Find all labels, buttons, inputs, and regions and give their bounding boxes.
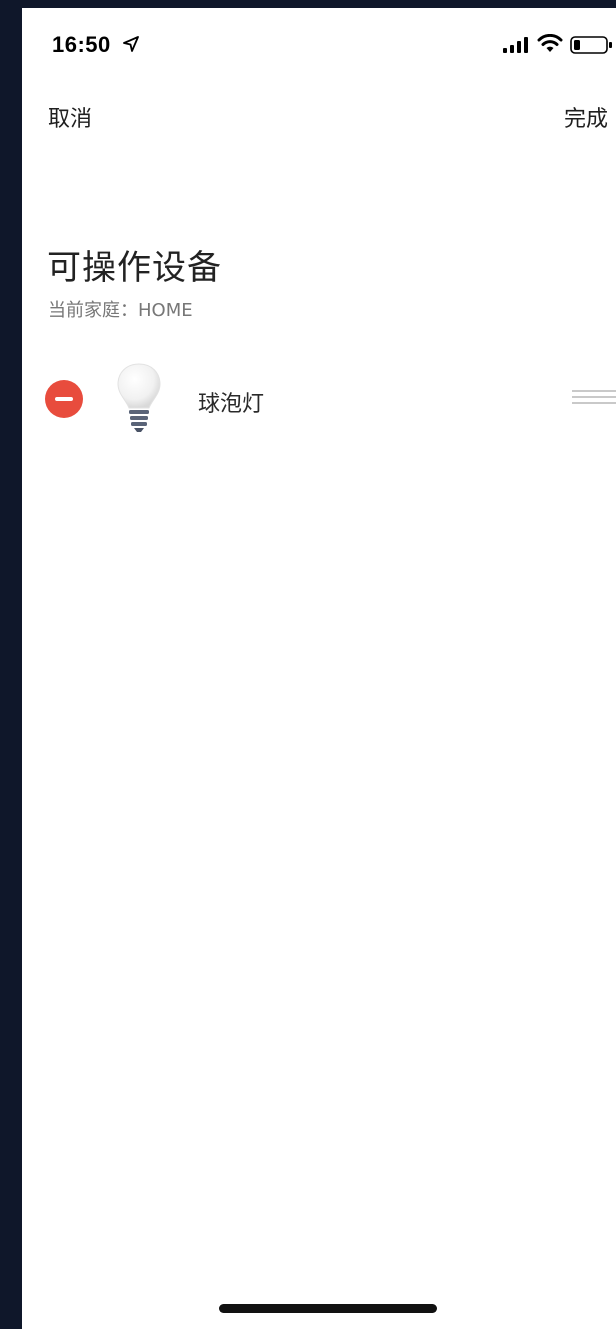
minus-icon xyxy=(55,397,73,401)
wifi-icon xyxy=(537,34,563,52)
cellular-signal-icon xyxy=(503,37,528,53)
drag-handle-line xyxy=(572,396,616,398)
battery-icon xyxy=(570,36,612,54)
current-home-label: 当前家庭：HOME xyxy=(48,300,193,321)
light-bulb-icon xyxy=(117,363,161,432)
device-row: 球泡灯 xyxy=(22,356,616,440)
page-title: 可操作设备 xyxy=(47,248,222,288)
remove-device-button[interactable] xyxy=(45,380,83,418)
status-bar: 16:50 xyxy=(22,8,616,84)
done-button[interactable]: 完成 xyxy=(564,101,608,133)
location-arrow-icon xyxy=(123,36,139,52)
drag-handle-icon[interactable] xyxy=(572,390,616,406)
drag-handle-line xyxy=(572,390,616,392)
drag-handle-line xyxy=(572,402,616,404)
device-name: 球泡灯 xyxy=(198,392,265,417)
screen: 16:50 取消 完成 可操作设备 当前家庭：HOME 球泡灯 xyxy=(22,8,616,1329)
home-indicator[interactable] xyxy=(219,1304,437,1313)
status-time: 16:50 xyxy=(52,32,111,57)
cancel-button[interactable]: 取消 xyxy=(48,101,92,133)
